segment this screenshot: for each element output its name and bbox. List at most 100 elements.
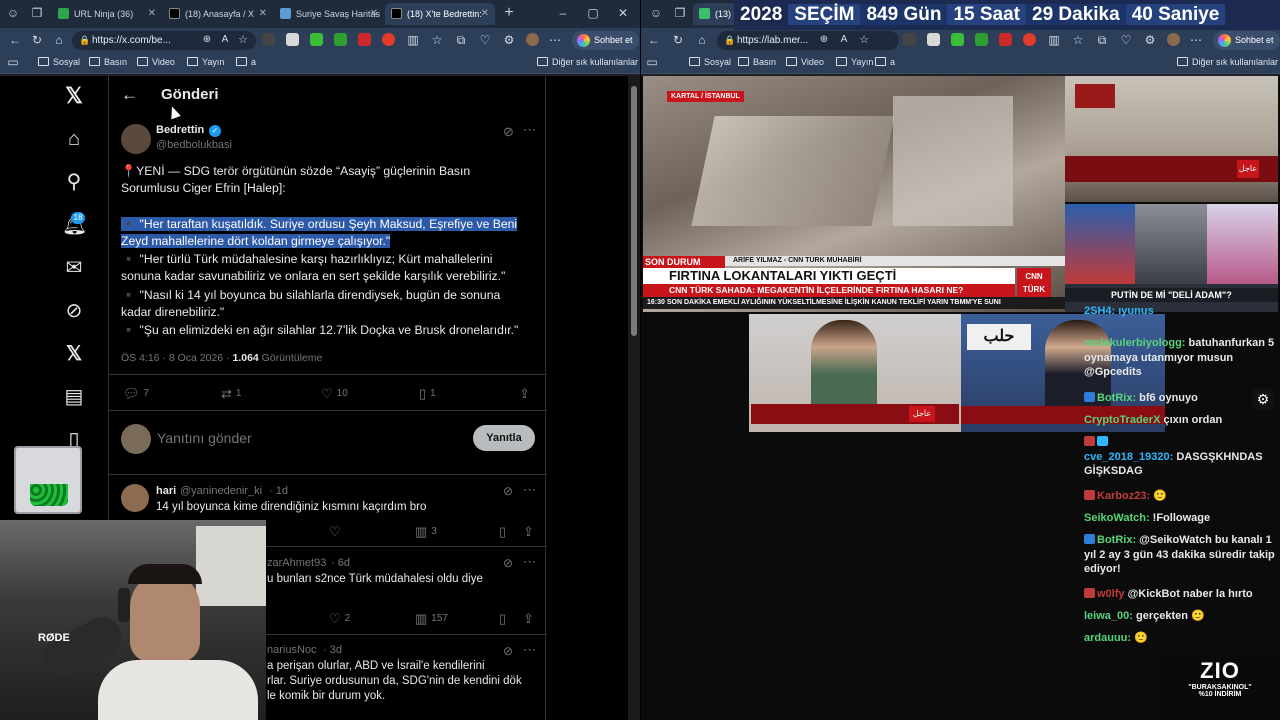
like-action[interactable]: ♡ 2 bbox=[329, 611, 350, 627]
home-icon[interactable]: ⌂ bbox=[695, 33, 709, 47]
grok-nav-icon[interactable]: ⊘ bbox=[62, 299, 86, 323]
profile-icon[interactable]: ☺ bbox=[649, 6, 663, 20]
favorite-star-icon[interactable]: ☆ bbox=[857, 33, 871, 47]
bookmark-folder[interactable]: a bbox=[236, 57, 256, 67]
author-handle[interactable]: @bedbolukbasi bbox=[156, 139, 232, 151]
extension-icon[interactable] bbox=[262, 33, 275, 46]
reload-icon[interactable]: ↻ bbox=[671, 33, 685, 47]
copilot-button[interactable]: Sohbet et bbox=[572, 31, 639, 50]
bookmark-folder[interactable]: Sosyal bbox=[689, 57, 731, 67]
workspaces-icon[interactable]: ❐ bbox=[30, 6, 44, 20]
home-icon[interactable]: ⌂ bbox=[52, 33, 66, 47]
like-action[interactable]: ♡ bbox=[329, 524, 345, 540]
reload-icon[interactable]: ↻ bbox=[30, 33, 44, 47]
other-bookmarks[interactable]: Diğer sık kullanılanlar bbox=[537, 57, 638, 67]
tab-stream[interactable]: (13) bbox=[693, 3, 737, 25]
chat-username[interactable]: Karboz23: bbox=[1097, 490, 1150, 502]
close-tab-icon[interactable]: ✕ bbox=[370, 8, 378, 19]
share-action[interactable]: ⇪ bbox=[519, 386, 534, 402]
author-avatar[interactable] bbox=[121, 124, 151, 154]
news-anchor-video[interactable]: عاجل bbox=[749, 314, 961, 432]
chat-username[interactable]: cve_2018_19320: bbox=[1084, 451, 1173, 463]
extension-icon[interactable] bbox=[358, 33, 371, 46]
chat-username[interactable]: leiwa_00: bbox=[1084, 610, 1133, 622]
chat-username[interactable]: SeikoWatch: bbox=[1084, 512, 1150, 524]
back-icon[interactable]: ← bbox=[647, 33, 661, 47]
other-bookmarks[interactable]: Diğer sık kullanılanlar bbox=[1177, 57, 1278, 67]
reply-handle[interactable]: nariusNoc bbox=[267, 644, 317, 656]
bookmark-action[interactable]: ▯ bbox=[499, 524, 510, 540]
explore-nav-icon[interactable]: ⚲ bbox=[62, 170, 86, 194]
extensions-icon[interactable]: ⚙ bbox=[502, 33, 516, 47]
lists-nav-icon[interactable]: ▤ bbox=[62, 385, 86, 409]
repost-action[interactable]: ⇄ 1 bbox=[221, 386, 241, 402]
favorites-icon[interactable]: ☆ bbox=[1071, 33, 1085, 47]
extension-icon[interactable] bbox=[927, 33, 940, 46]
browser-essentials-icon[interactable]: ♡ bbox=[1119, 33, 1133, 47]
chat-username[interactable]: CryptoTraderX bbox=[1084, 414, 1160, 426]
chat-username[interactable]: BotRix: bbox=[1097, 392, 1136, 404]
grok-icon[interactable]: ⊘ bbox=[503, 644, 513, 658]
extension-icon[interactable] bbox=[975, 33, 988, 46]
extension-icon[interactable] bbox=[310, 33, 323, 46]
scrollbar-thumb[interactable] bbox=[631, 86, 637, 336]
tab-x-post[interactable]: (18) X'te Bedrettin: ✕ bbox=[385, 3, 495, 25]
close-tab-icon[interactable]: ✕ bbox=[259, 8, 267, 19]
favorites-icon[interactable]: ☆ bbox=[430, 33, 444, 47]
profile-icon[interactable]: ☺ bbox=[6, 6, 20, 20]
chat-username[interactable]: BotRix: bbox=[1097, 534, 1136, 546]
reply-input[interactable]: Yanıtını gönder bbox=[157, 430, 252, 446]
collections-icon[interactable]: ⧉ bbox=[1095, 33, 1109, 47]
more-options-icon[interactable]: ⋯ bbox=[523, 122, 536, 138]
close-tab-icon[interactable]: ✕ bbox=[481, 8, 489, 19]
share-action[interactable]: ⇪ bbox=[523, 524, 538, 540]
page-scrollbar[interactable] bbox=[628, 76, 640, 720]
views-action[interactable]: ▥ 157 bbox=[415, 611, 448, 627]
read-aloud-icon[interactable]: A bbox=[837, 33, 851, 47]
close-tab-icon[interactable]: ✕ bbox=[148, 8, 156, 19]
reply-handle[interactable]: zarAhmet93 bbox=[267, 557, 326, 569]
bookmark-action[interactable]: ▯ bbox=[499, 611, 510, 627]
bookmark-folder[interactable]: a bbox=[875, 57, 895, 67]
extension-icon[interactable] bbox=[334, 33, 347, 46]
aljazeera-video[interactable]: عاجل bbox=[1065, 76, 1278, 202]
more-options-icon[interactable]: ⋯ bbox=[523, 642, 536, 658]
workspaces-icon[interactable]: ❐ bbox=[673, 6, 687, 20]
reply-handle[interactable]: @yaninedenir_ki bbox=[180, 485, 262, 497]
collections-icon[interactable]: ⧉ bbox=[454, 33, 468, 47]
grok-icon[interactable]: ⊘ bbox=[503, 556, 513, 570]
grok-icon[interactable]: ⊘ bbox=[503, 124, 514, 140]
bookmark-folder[interactable]: Video bbox=[137, 57, 175, 67]
views-action[interactable]: ▥ 3 bbox=[415, 524, 437, 540]
menu-icon[interactable]: ⋯ bbox=[1189, 33, 1203, 47]
extension-icon[interactable] bbox=[382, 33, 395, 46]
extension-icon[interactable] bbox=[999, 33, 1012, 46]
reply-avatar[interactable] bbox=[121, 484, 149, 512]
split-screen-icon[interactable]: ▥ bbox=[406, 33, 420, 47]
reply-author[interactable]: hari bbox=[156, 485, 176, 497]
reply-action[interactable]: 💬︎ 7 bbox=[123, 386, 149, 402]
back-arrow-icon[interactable]: ← bbox=[121, 85, 138, 105]
new-tab-icon[interactable]: + bbox=[502, 5, 516, 21]
bookmarks-toggle-icon[interactable]: ▭ bbox=[6, 55, 20, 69]
messages-nav-icon[interactable]: ✉ bbox=[62, 256, 86, 280]
bookmark-folder[interactable]: Sosyal bbox=[38, 57, 80, 67]
back-icon[interactable]: ← bbox=[8, 33, 22, 47]
premium-nav-icon[interactable]: 𝕏 bbox=[62, 342, 86, 366]
extensions-icon[interactable]: ⚙ bbox=[1143, 33, 1157, 47]
bookmarks-toggle-icon[interactable]: ▭ bbox=[645, 55, 659, 69]
favorite-star-icon[interactable]: ☆ bbox=[236, 33, 250, 47]
tab-syria-map[interactable]: Suriye Savaş Haritas ✕ bbox=[274, 3, 384, 25]
bookmark-folder[interactable]: Video bbox=[786, 57, 824, 67]
more-options-icon[interactable]: ⋯ bbox=[523, 482, 536, 498]
share-action[interactable]: ⇪ bbox=[523, 611, 538, 627]
chat-username[interactable]: w0lfy bbox=[1097, 588, 1125, 600]
copilot-button[interactable]: Sohbet et bbox=[1213, 31, 1280, 50]
close-window-icon[interactable]: ✕ bbox=[616, 6, 630, 20]
menu-icon[interactable]: ⋯ bbox=[548, 33, 562, 47]
bookmark-folder[interactable]: Yayın bbox=[187, 57, 224, 67]
chat-settings-gear-icon[interactable]: ⚙ bbox=[1252, 388, 1274, 410]
read-aloud-icon[interactable]: A bbox=[218, 33, 232, 47]
more-options-icon[interactable]: ⋯ bbox=[523, 554, 536, 570]
x-logo-icon[interactable]: 𝕏 bbox=[62, 84, 86, 108]
